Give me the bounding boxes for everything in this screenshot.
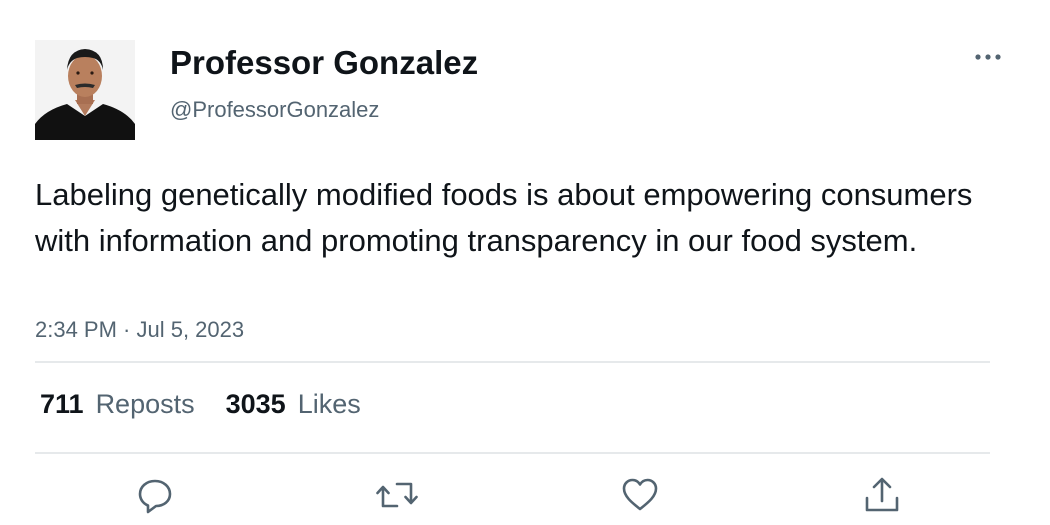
tweet-timestamp[interactable]: 2:34 PM · Jul 5, 2023 [35,316,244,344]
author-handle[interactable]: @ProfessorGonzalez [170,97,379,123]
like-icon [622,478,658,511]
likes-count: 3035 [225,389,286,419]
author-display-name[interactable]: Professor Gonzalez [170,44,478,82]
divider [35,361,990,363]
more-icon [975,54,1001,60]
tweet-card: Professor Gonzalez @ProfessorGonzalez La… [0,0,1050,525]
more-button[interactable] [966,40,1010,74]
avatar[interactable] [35,40,135,140]
share-button[interactable] [860,473,904,517]
reply-button[interactable] [133,473,177,517]
divider [35,452,990,454]
share-icon [865,477,899,512]
likes-label: Likes [297,389,361,419]
reposts-count: 711 [40,389,84,419]
profile-photo-icon [35,40,135,140]
tweet-text: Labeling genetically modified foods is a… [35,177,973,258]
repost-icon [376,482,418,508]
reposts-label: Reposts [95,389,195,419]
engagement-stats: 711 Reposts 3035 Likes [40,387,361,421]
repost-button[interactable] [375,473,419,517]
reply-icon [138,479,172,514]
like-button[interactable] [618,473,662,517]
reposts-stat[interactable]: 711 Reposts [40,387,195,421]
likes-stat[interactable]: 3035 Likes [226,387,361,421]
